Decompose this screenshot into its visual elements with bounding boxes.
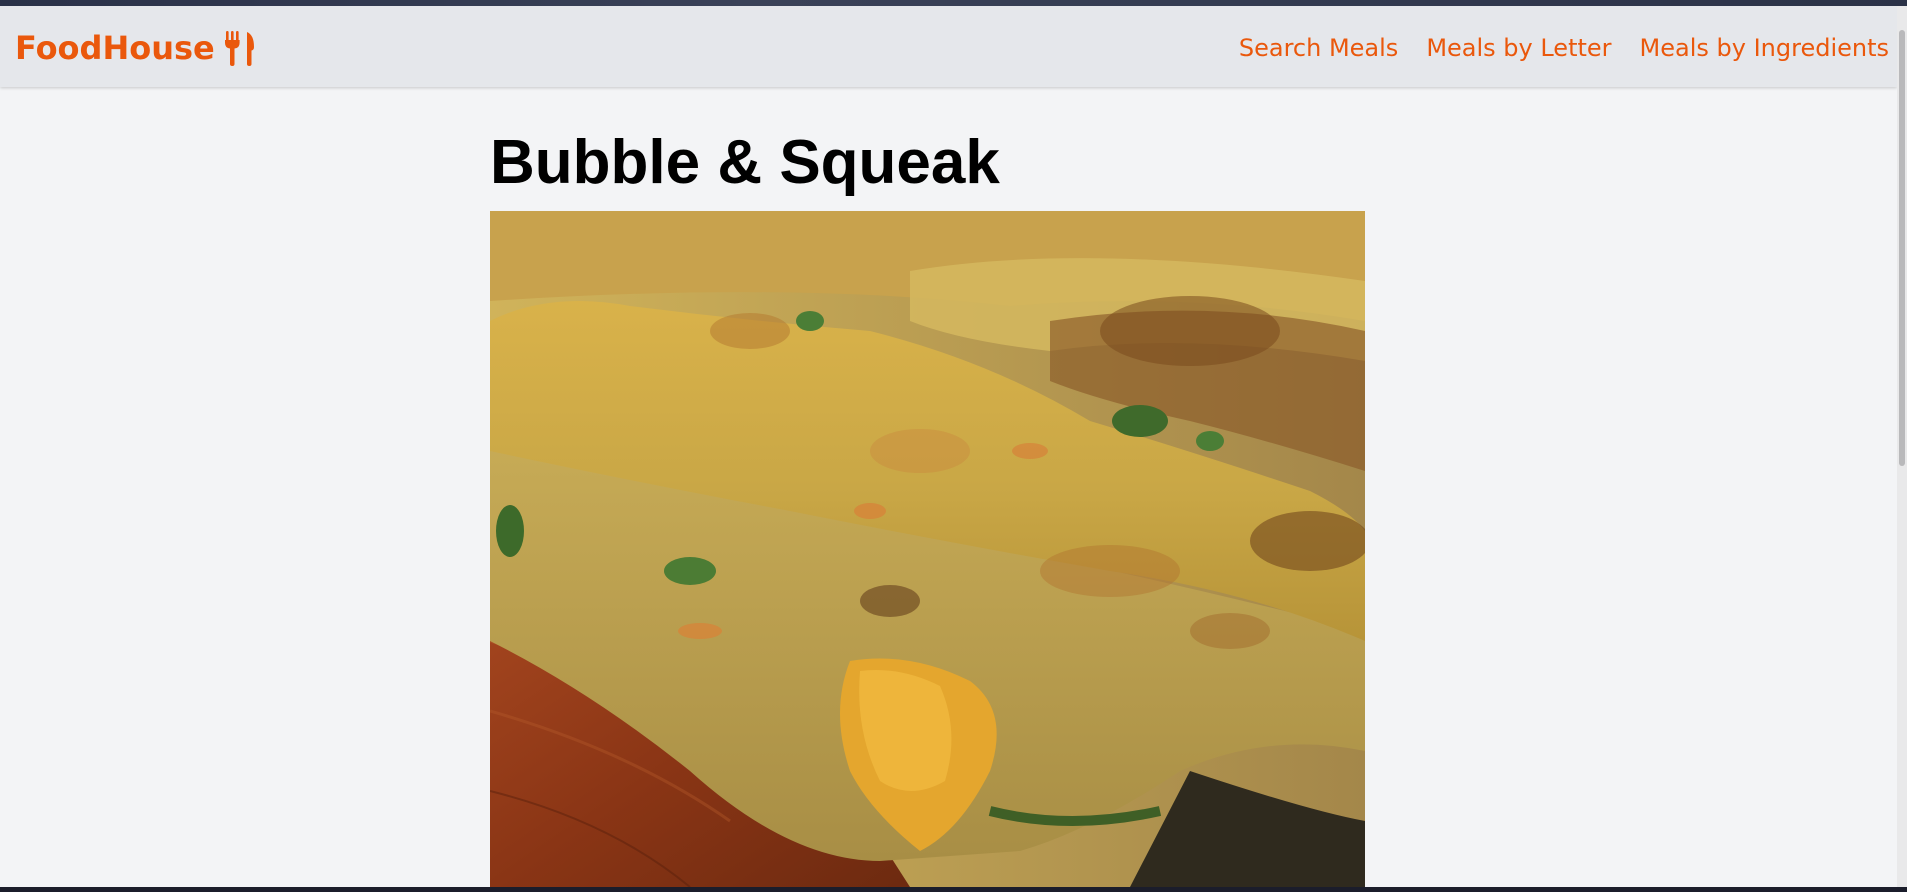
navbar: FoodHouse Search Meals Meals by Letter M… (0, 6, 1897, 87)
os-taskbar-edge (0, 887, 1907, 892)
scrollbar-thumb[interactable] (1899, 30, 1905, 466)
browser-viewport: FoodHouse Search Meals Meals by Letter M… (0, 6, 1897, 887)
nav-meals-by-ingredients[interactable]: Meals by Ingredients (1640, 32, 1889, 64)
meal-image (490, 211, 1365, 887)
nav-meals-by-letter[interactable]: Meals by Letter (1426, 32, 1611, 64)
brand-name: FoodHouse (15, 29, 215, 67)
meal-photo (490, 211, 1365, 887)
vertical-scrollbar[interactable] (1897, 6, 1907, 887)
nav-search-meals[interactable]: Search Meals (1239, 32, 1398, 64)
fork-knife-icon (224, 31, 254, 66)
brand-logo-link[interactable]: FoodHouse (15, 28, 257, 68)
main-nav: Search Meals Meals by Letter Meals by In… (1239, 32, 1889, 64)
meal-title: Bubble & Squeak (490, 128, 1000, 197)
